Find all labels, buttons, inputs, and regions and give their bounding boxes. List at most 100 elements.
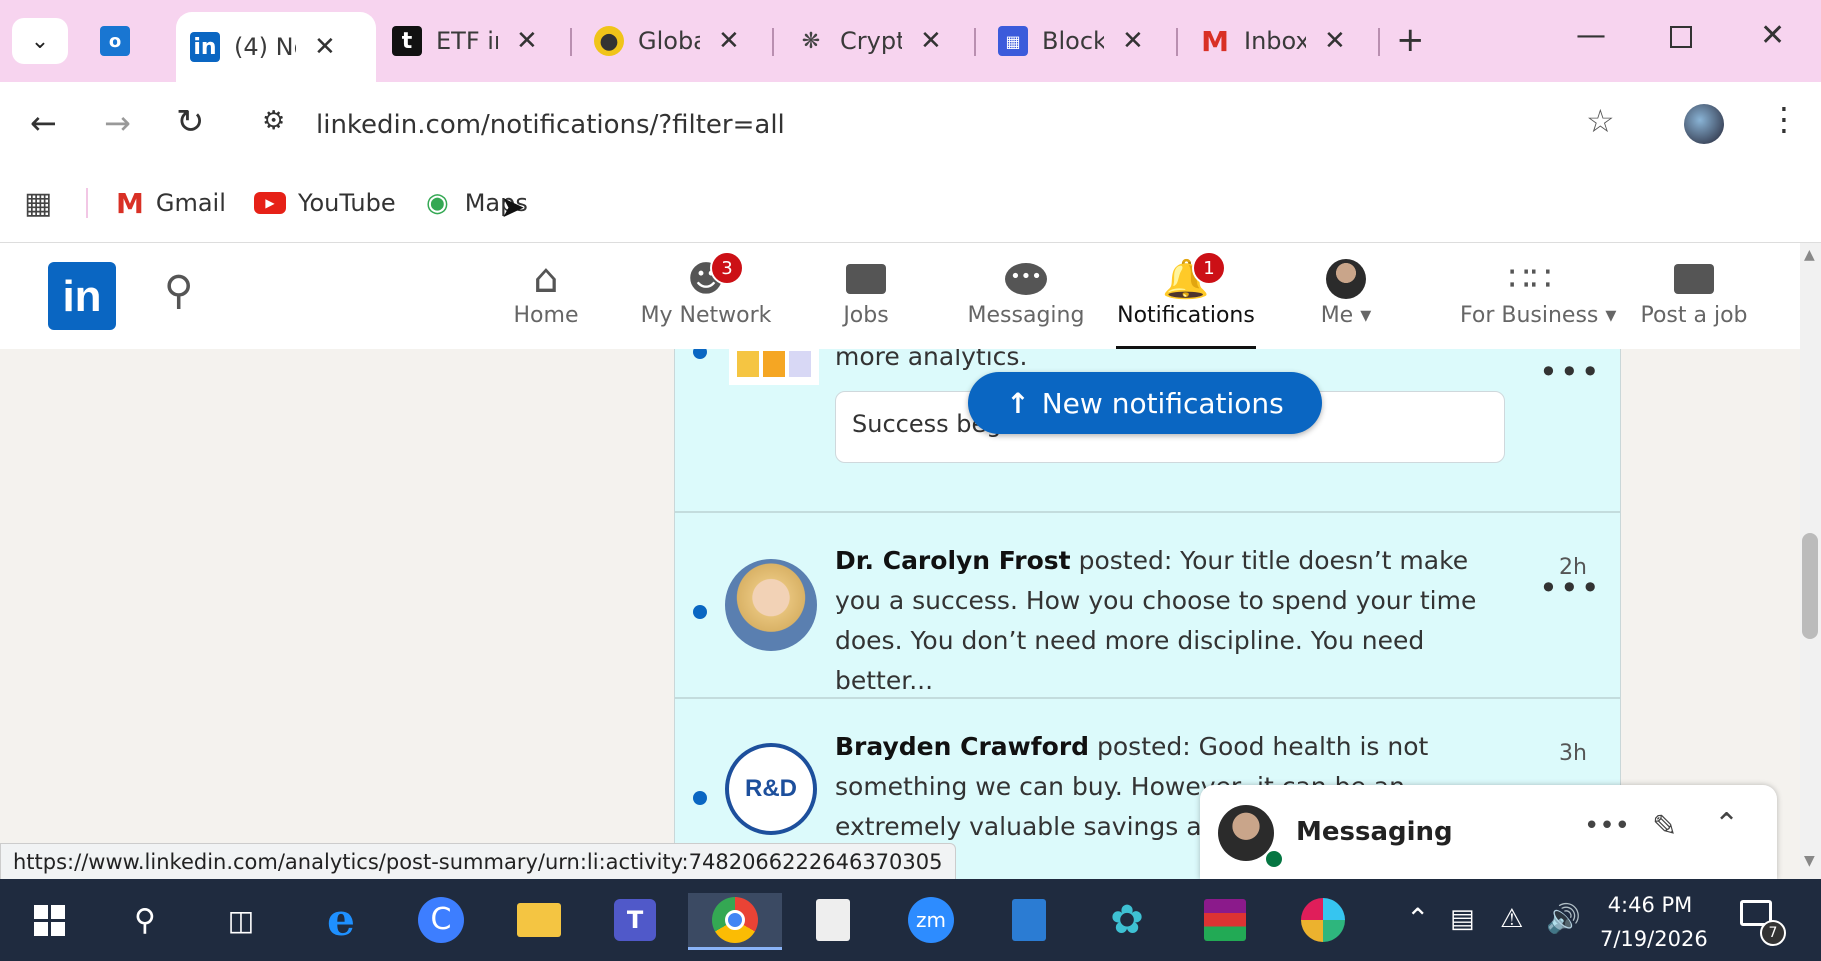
bookmark-gmail[interactable]: M Gmail — [116, 186, 226, 220]
maps-pin-icon: ◉ — [426, 188, 449, 218]
messaging-overlay[interactable]: Messaging ••• ✎ ⌃ — [1200, 785, 1777, 879]
list-item[interactable]: Dr. Carolyn Frost posted: Your title doe… — [675, 513, 1620, 697]
coin-icon: ● — [594, 26, 624, 56]
task-view-button[interactable]: ◫ — [214, 893, 268, 947]
tab-etf[interactable]: t ETF ir ✕ — [392, 18, 538, 64]
nav-messaging[interactable]: ••• Messaging — [956, 255, 1096, 328]
tab-outlook[interactable]: o — [100, 18, 144, 64]
more-options-icon[interactable]: ••• — [1539, 569, 1602, 607]
analytics-thumbnail — [729, 349, 819, 385]
chevron-up-icon[interactable]: ⌃ — [1714, 807, 1739, 842]
tab-search-button[interactable]: ⌄ — [12, 18, 68, 64]
linkedin-logo[interactable]: in — [48, 262, 116, 330]
nav-jobs[interactable]: Jobs — [796, 255, 936, 328]
close-icon[interactable]: ✕ — [718, 26, 740, 56]
task-view-icon: ◫ — [227, 903, 255, 937]
tab-inbox[interactable]: M Inbox ✕ — [1200, 18, 1346, 64]
nav-label: Me — [1320, 303, 1354, 328]
taskbar-search-button[interactable]: ⚲ — [118, 893, 172, 947]
grid-icon: ∷∷ — [1508, 259, 1552, 299]
tab-separator — [570, 28, 572, 56]
teams-icon: T — [614, 899, 656, 941]
slack-icon — [1301, 898, 1345, 942]
nav-for-business[interactable]: ∷∷ For Business ▾ — [1460, 255, 1616, 328]
nav-label: Messaging — [967, 303, 1085, 328]
volume-icon[interactable]: 🔊 — [1546, 902, 1581, 935]
folder-icon — [517, 903, 561, 937]
nav-notifications[interactable]: 🔔 1 Notifications — [1116, 251, 1256, 349]
clock[interactable]: 4:46 PM 7/19/2026 — [1600, 888, 1708, 956]
nav-me[interactable]: Me ▾ — [1276, 255, 1416, 328]
bookmark-separator — [86, 188, 88, 218]
taskbar-file-explorer[interactable] — [512, 893, 566, 947]
tray-overflow-icon[interactable]: ⌃ — [1406, 902, 1429, 935]
linkedin-icon: in — [190, 32, 220, 62]
bookmark-star-icon[interactable]: ☆ — [1586, 102, 1615, 140]
nav-post-a-job[interactable]: Post a job — [1624, 255, 1764, 328]
action-center-button[interactable]: 7 — [1740, 900, 1786, 946]
home-icon: ⌂ — [533, 256, 559, 302]
minimize-button[interactable]: — — [1576, 18, 1606, 53]
scroll-down-arrow[interactable]: ▼ — [1804, 853, 1815, 869]
taskbar-notepad[interactable] — [806, 893, 860, 947]
site-info-icon[interactable]: ⚙ — [262, 106, 285, 136]
restore-button[interactable] — [1670, 26, 1692, 48]
taskbar-app-c[interactable]: C — [414, 893, 468, 947]
taskbar-docs[interactable] — [1002, 893, 1056, 947]
unread-dot — [693, 349, 707, 359]
more-options-icon[interactable]: ••• — [1584, 811, 1630, 841]
notification-count-badge: 7 — [1760, 920, 1786, 946]
address-bar[interactable]: linkedin.com/notifications/?filter=all — [316, 110, 785, 140]
winrar-icon — [1204, 899, 1246, 941]
more-options-icon[interactable]: ••• — [1539, 353, 1602, 391]
taskbar-winrar[interactable] — [1198, 893, 1252, 947]
tab-label: ETF ir — [436, 27, 498, 55]
tab-crypto[interactable]: ❋ Crypt ✕ — [796, 18, 942, 64]
taskbar-slack[interactable] — [1296, 893, 1350, 947]
nav-home[interactable]: ⌂ Home — [476, 255, 616, 328]
close-window-button[interactable]: ✕ — [1760, 18, 1785, 53]
back-button[interactable]: ← — [30, 104, 57, 142]
taskbar-edge[interactable]: e — [314, 893, 368, 947]
author-name[interactable]: Brayden Crawford — [835, 732, 1089, 761]
scroll-up-arrow[interactable]: ▲ — [1804, 247, 1815, 263]
apps-grid-icon[interactable]: ▦ — [24, 186, 52, 221]
tab-block[interactable]: ▦ Block ✕ — [998, 18, 1144, 64]
scroll-thumb[interactable] — [1802, 533, 1818, 639]
taskbar-zoom[interactable]: zm — [904, 893, 958, 947]
security-alert-icon[interactable]: ⚠ — [1500, 904, 1523, 934]
author-name[interactable]: Dr. Carolyn Frost — [835, 546, 1071, 575]
taskbar-chrome[interactable] — [688, 893, 782, 950]
internet-explorer-icon: e — [327, 894, 355, 946]
tab-linkedin-notifications[interactable]: in (4) No ✕ — [176, 12, 376, 82]
new-notifications-button[interactable]: ↑ New notifications — [968, 372, 1322, 434]
tab-label: (4) No — [234, 33, 296, 61]
briefcase-icon — [846, 264, 886, 294]
close-icon[interactable]: ✕ — [920, 26, 942, 56]
profile-avatar[interactable] — [1684, 104, 1724, 144]
taskbar-app-wave[interactable]: ✿ — [1100, 893, 1154, 947]
nav-my-network[interactable]: ☻ 3 My Network — [636, 251, 776, 328]
close-icon[interactable]: ✕ — [1122, 26, 1144, 56]
new-tab-button[interactable]: + — [1396, 20, 1425, 60]
windows-logo-icon — [33, 904, 65, 936]
compose-icon[interactable]: ✎ — [1652, 809, 1677, 844]
menu-kebab-icon[interactable]: ⋮ — [1768, 100, 1800, 138]
nav-label: Notifications — [1117, 303, 1255, 328]
close-icon[interactable]: ✕ — [516, 26, 538, 56]
reload-button[interactable]: ↻ — [176, 102, 205, 142]
nav-label: Jobs — [843, 303, 889, 328]
tab-global[interactable]: ● Globa ✕ — [594, 18, 740, 64]
scrollbar[interactable]: ▲ ▼ — [1800, 243, 1821, 879]
chrome-icon — [712, 897, 758, 943]
close-icon[interactable]: ✕ — [314, 32, 336, 62]
close-icon[interactable]: ✕ — [1324, 26, 1346, 56]
bookmark-youtube[interactable]: ▶ YouTube — [254, 186, 396, 220]
search-icon[interactable]: ⚲ — [164, 268, 193, 314]
network-icon[interactable]: ▤ — [1450, 904, 1475, 934]
notification-badge: 3 — [710, 251, 744, 285]
notification-badge: 1 — [1192, 251, 1226, 285]
start-button[interactable] — [22, 893, 76, 947]
taskbar-teams[interactable]: T — [608, 893, 662, 947]
forward-button[interactable]: → — [104, 104, 131, 142]
